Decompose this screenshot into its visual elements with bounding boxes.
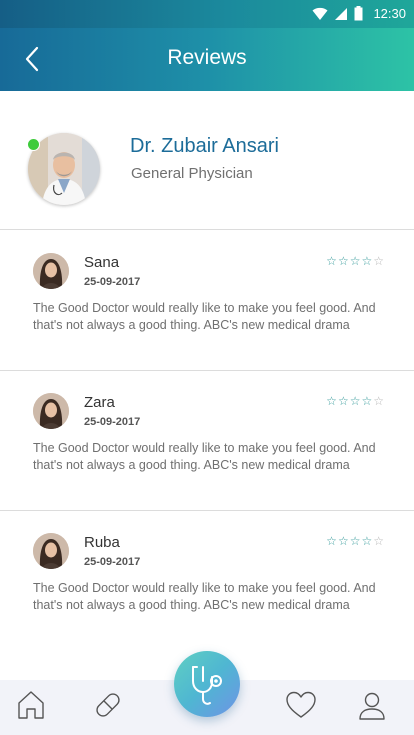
nav-home-button[interactable] — [14, 688, 48, 722]
rating-stars: ☆ ☆ ☆ ☆ ☆ — [326, 394, 384, 408]
user-avatar-icon — [33, 393, 69, 429]
star-filled-icon: ☆ — [326, 394, 337, 408]
star-filled-icon: ☆ — [337, 534, 349, 548]
star-filled-icon: ☆ — [326, 254, 337, 268]
nav-pills-button[interactable] — [91, 688, 125, 722]
reviewer-name: Ruba — [84, 534, 120, 551]
reviewer-name: Sana — [84, 254, 120, 271]
rating-stars: ☆ ☆ ☆ ☆ ☆ — [326, 534, 384, 548]
star-filled-icon: ☆ — [337, 394, 349, 408]
review-item: Zara 25-09-2017 ☆ ☆ ☆ ☆ ☆ The Good Docto… — [0, 370, 414, 511]
star-filled-icon: ☆ — [361, 254, 373, 268]
review-item: Sana 25-09-2017 ☆ ☆ ☆ ☆ ☆ The Good Docto… — [0, 230, 414, 371]
review-date: 25-09-2017 — [84, 556, 141, 568]
status-bar: 12:30 — [0, 0, 414, 28]
review-text: The Good Doctor would really like to mak… — [33, 441, 376, 472]
review-item: Ruba 25-09-2017 ☆ ☆ ☆ ☆ ☆ The Good Docto… — [0, 510, 414, 650]
user-avatar-icon — [33, 533, 69, 569]
page-title: Reviews — [167, 46, 247, 69]
avatar — [33, 253, 69, 289]
heart-icon — [286, 691, 316, 718]
status-icons: 12:30 — [312, 6, 406, 21]
review-date: 25-09-2017 — [84, 416, 141, 428]
battery-icon — [354, 6, 363, 21]
reviewer-name: Zara — [84, 394, 115, 411]
cell-signal-icon — [335, 7, 348, 20]
star-filled-icon: ☆ — [349, 534, 361, 548]
avatar — [33, 533, 69, 569]
star-empty-icon: ☆ — [373, 394, 384, 408]
review-text: The Good Doctor would really like to mak… — [33, 581, 376, 612]
consult-doctor-button[interactable] — [174, 651, 240, 717]
user-avatar-icon — [33, 253, 69, 289]
rating-stars: ☆ ☆ ☆ ☆ ☆ — [326, 254, 384, 268]
star-filled-icon: ☆ — [349, 254, 361, 268]
nav-profile-button[interactable] — [355, 688, 389, 722]
doctor-specialty: General Physician — [131, 165, 253, 182]
star-empty-icon: ☆ — [373, 254, 384, 268]
star-filled-icon: ☆ — [361, 534, 373, 548]
pill-icon — [96, 693, 120, 717]
doctor-name: Dr. Zubair Ansari — [130, 135, 279, 157]
app-header: Reviews — [0, 28, 414, 91]
profile-icon — [359, 692, 385, 720]
doctor-card: Dr. Zubair Ansari General Physician — [0, 91, 414, 230]
review-text: The Good Doctor would really like to mak… — [33, 301, 376, 332]
avatar — [33, 393, 69, 429]
star-filled-icon: ☆ — [349, 394, 361, 408]
nav-favorites-button[interactable] — [284, 688, 318, 722]
status-time: 12:30 — [373, 6, 406, 21]
star-filled-icon: ☆ — [337, 254, 349, 268]
review-date: 25-09-2017 — [84, 276, 141, 288]
wifi-icon — [312, 7, 328, 20]
home-icon — [18, 691, 44, 719]
star-empty-icon: ☆ — [373, 534, 384, 548]
star-filled-icon: ☆ — [326, 534, 337, 548]
stethoscope-icon — [192, 666, 222, 705]
star-filled-icon: ☆ — [361, 394, 373, 408]
online-status-dot — [27, 138, 40, 151]
